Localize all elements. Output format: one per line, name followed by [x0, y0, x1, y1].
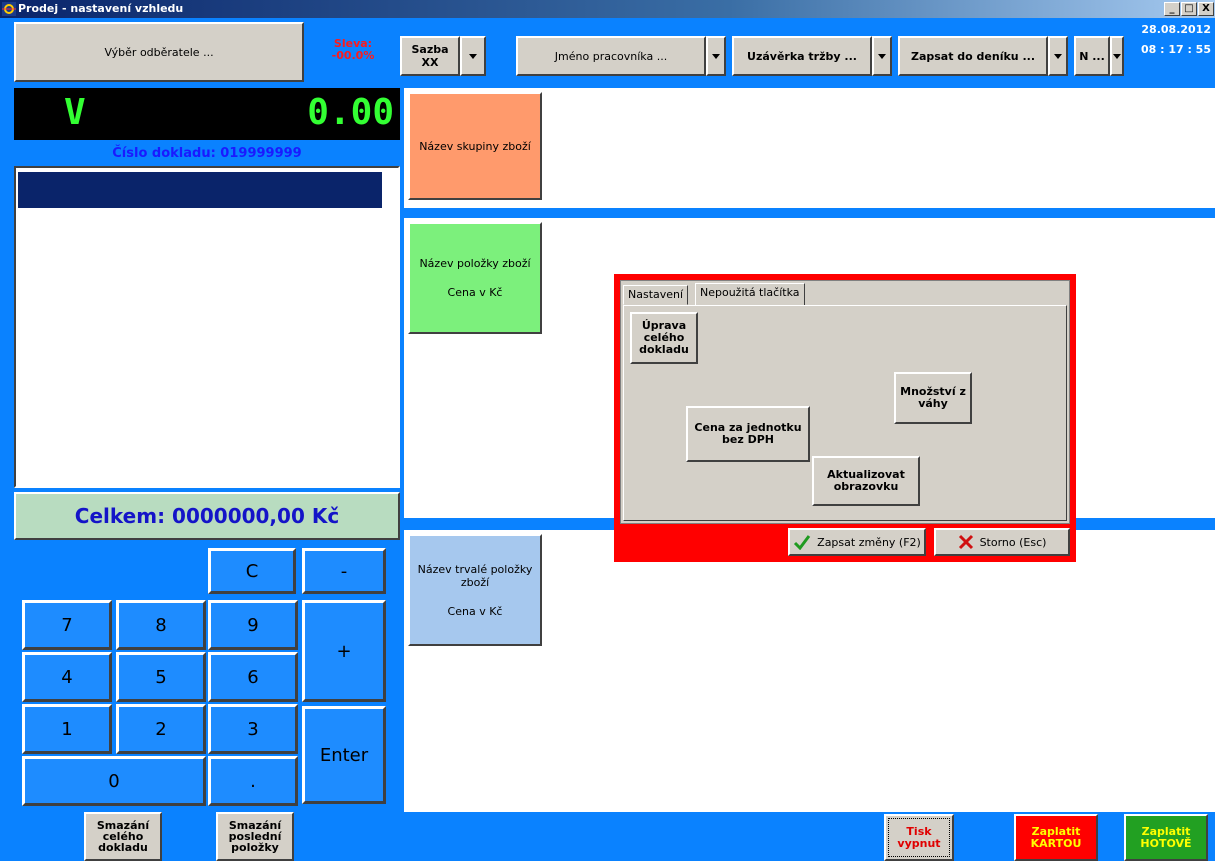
key-6[interactable]: 6	[208, 652, 298, 702]
amount-display: V 0.00	[14, 88, 400, 140]
delete-last-line3: položky	[231, 841, 279, 854]
n-button[interactable]: N ...	[1074, 36, 1110, 76]
key-8[interactable]: 8	[116, 600, 206, 650]
pay-cash-line1: Zaplatit	[1141, 824, 1191, 838]
employee-button[interactable]: Jméno pracovníka ...	[516, 36, 706, 76]
key-7[interactable]: 7	[22, 600, 112, 650]
app-icon	[2, 2, 16, 16]
date-label: 28.08.2012	[1141, 23, 1211, 36]
window-title: Prodej - nastavení vzhledu	[18, 2, 184, 15]
journal-dropdown-icon[interactable]	[1048, 36, 1068, 76]
title-bar: Prodej - nastavení vzhledu _ □ X	[0, 0, 1215, 18]
item-tile[interactable]: Název položky zboží Cena v Kč	[408, 222, 542, 334]
dialog-body: Nastavení Nepoužitá tlačítka Úprava celé…	[620, 280, 1070, 524]
pay-cash-line2: HOTOVĚ	[1140, 836, 1192, 850]
time-label: 08 : 17 : 55	[1140, 43, 1211, 56]
pay-card-line2: KARTOU	[1030, 836, 1082, 850]
refresh-screen-button[interactable]: Aktualizovat obrazovku	[812, 456, 920, 506]
pay-cash-button[interactable]: Zaplatit HOTOVĚ	[1124, 814, 1208, 861]
datetime: 28.08.2012 08 : 17 : 55	[1126, 20, 1215, 84]
closing-dropdown-icon[interactable]	[872, 36, 892, 76]
key-plus[interactable]: +	[302, 600, 386, 702]
closing-button[interactable]: Uzávěrka tržby ...	[732, 36, 872, 76]
delete-document-line3: dokladu	[98, 841, 148, 854]
cross-icon	[958, 534, 973, 550]
key-2[interactable]: 2	[116, 704, 206, 754]
vat-rate-button[interactable]: Sazba XX	[400, 36, 460, 76]
journal-button[interactable]: Zapsat do deníku ...	[898, 36, 1048, 76]
delete-document-button[interactable]: Smazání celého dokladu	[84, 812, 162, 861]
permanent-item-tile[interactable]: Název trvalé položky zboží Cena v Kč	[408, 534, 542, 646]
group-panel: Název skupiny zboží	[404, 88, 1215, 208]
layout-settings-dialog: Nastavení Nepoužitá tlačítka Úprava celé…	[614, 274, 1076, 562]
vat-rate-dropdown-icon[interactable]	[460, 36, 486, 76]
maximize-button[interactable]: □	[1181, 2, 1197, 16]
total-label: Celkem: 0000000,00 Kč	[14, 492, 400, 540]
save-changes-button[interactable]: Zapsat změny (F2)	[788, 528, 926, 556]
tab-settings[interactable]: Nastavení	[623, 285, 689, 305]
customer-select-button[interactable]: Výběr odběratele ...	[14, 22, 304, 82]
document-number: Číslo dokladu: 019999999	[14, 146, 400, 161]
print-toggle-button[interactable]: Tisk vypnut	[884, 814, 954, 861]
group-tile[interactable]: Název skupiny zboží	[408, 92, 542, 200]
mode-indicator: V	[64, 92, 86, 133]
discount-indicator: Sleva: -00.0%	[306, 36, 400, 78]
pay-card-line1: Zaplatit	[1031, 824, 1081, 838]
selected-row[interactable]	[18, 172, 382, 208]
group-tile-label: Název skupiny zboží	[419, 139, 531, 153]
key-1[interactable]: 1	[22, 704, 112, 754]
close-button[interactable]: X	[1198, 2, 1214, 16]
top-toolbar: Výběr odběratele ... Sleva: -00.0% Sazba…	[0, 18, 1215, 86]
quantity-from-scale-button[interactable]: Množství z váhy	[894, 372, 972, 424]
cancel-button[interactable]: Storno (Esc)	[934, 528, 1070, 556]
permanent-tile-name: Název trvalé položky zboží	[417, 562, 533, 589]
minimize-button[interactable]: _	[1164, 2, 1180, 16]
cancel-label: Storno (Esc)	[979, 535, 1047, 549]
unit-price-without-vat-button[interactable]: Cena za jednotku bez DPH	[686, 406, 810, 462]
key-enter[interactable]: Enter	[302, 706, 386, 804]
tab-unused-buttons[interactable]: Nepoužitá tlačítka	[695, 283, 805, 305]
receipt-list[interactable]	[14, 166, 400, 488]
key-9[interactable]: 9	[208, 600, 298, 650]
employee-dropdown-icon[interactable]	[706, 36, 726, 76]
delete-last-item-button[interactable]: Smazání poslední položky	[216, 812, 294, 861]
n-dropdown-icon[interactable]	[1110, 36, 1124, 76]
item-tile-price: Cena v Kč	[447, 286, 503, 299]
print-line1: Tisk	[906, 824, 932, 838]
print-line2: vypnut	[897, 836, 941, 850]
key-5[interactable]: 5	[116, 652, 206, 702]
key-dot[interactable]: .	[208, 756, 298, 806]
pay-by-card-button[interactable]: Zaplatit KARTOU	[1014, 814, 1098, 861]
save-changes-label: Zapsat změny (F2)	[817, 535, 921, 549]
permanent-items-panel: Název trvalé položky zboží Cena v Kč	[404, 530, 1215, 812]
amount-value: 0.00	[307, 92, 394, 133]
discount-value: -00.0%	[331, 49, 375, 62]
checkmark-icon	[794, 535, 811, 550]
item-tile-name: Název položky zboží	[419, 257, 531, 270]
edit-document-button[interactable]: Úprava celého dokladu	[630, 312, 698, 364]
key-minus[interactable]: -	[302, 548, 386, 594]
unused-buttons-page: Úprava celého dokladu Množství z váhy Ce…	[623, 305, 1067, 521]
key-4[interactable]: 4	[22, 652, 112, 702]
key-0[interactable]: 0	[22, 756, 206, 806]
key-clear[interactable]: C	[208, 548, 296, 594]
key-3[interactable]: 3	[208, 704, 298, 754]
permanent-tile-price: Cena v Kč	[447, 604, 503, 618]
